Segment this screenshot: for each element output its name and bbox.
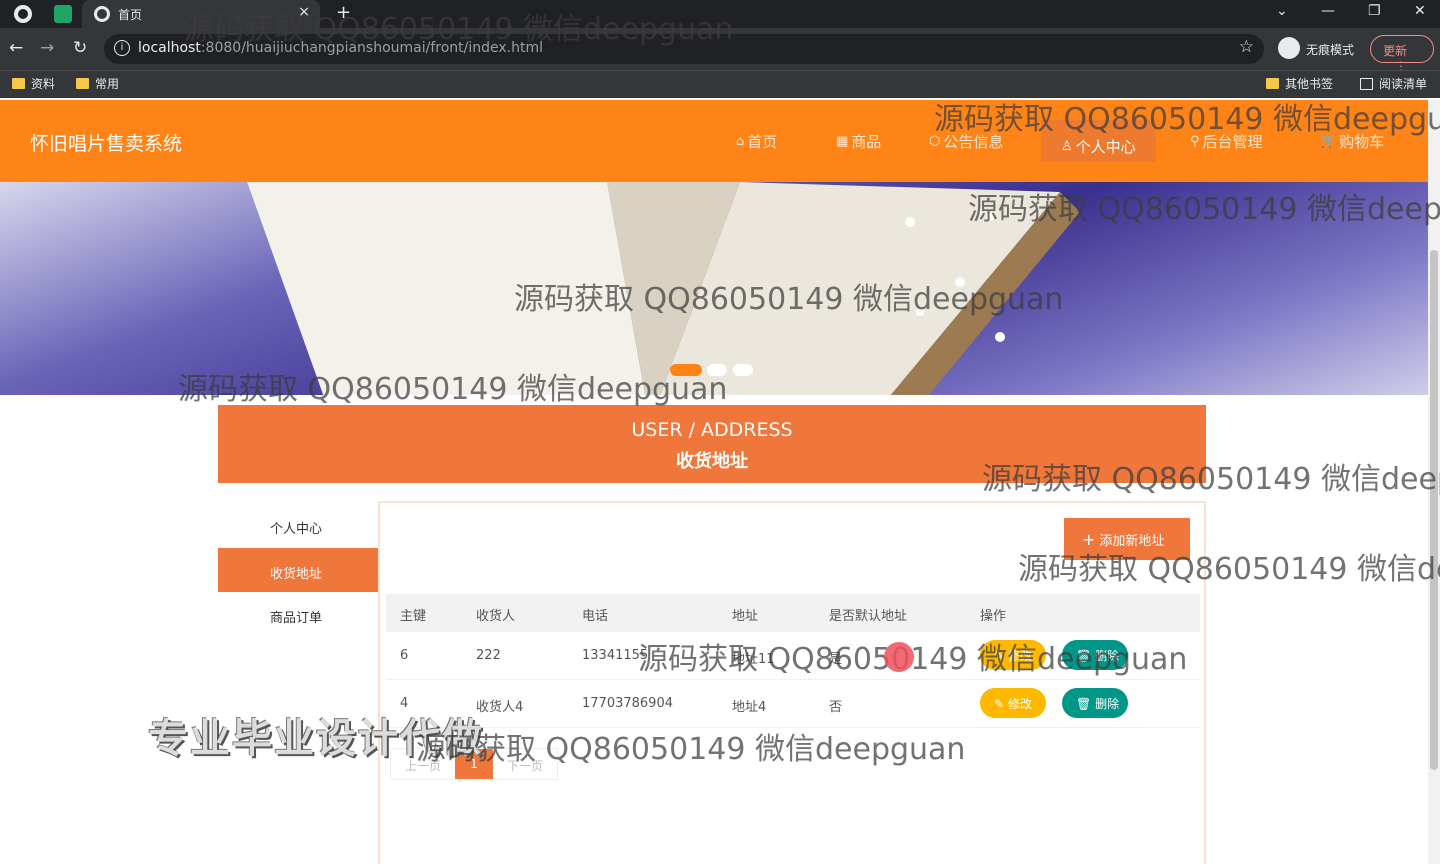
column-header: 操作	[980, 609, 1007, 624]
watermark-text: 源码获取 QQ86050149 微信deepg	[968, 192, 1440, 227]
column-header: 收货人	[476, 609, 516, 624]
folder-icon	[76, 78, 89, 89]
reload-button[interactable]: ↻	[73, 38, 87, 58]
carousel-dot-3[interactable]	[733, 364, 753, 376]
watermark-text: 源码获取 QQ86050149 微信deep	[982, 462, 1440, 497]
incognito-icon[interactable]	[1278, 37, 1300, 59]
cell-address: 地址4	[732, 700, 767, 715]
restore-button[interactable]: ❐	[1368, 3, 1381, 19]
sheets-tab-icon[interactable]	[54, 5, 72, 23]
cell-id: 6	[400, 648, 409, 663]
menu-item-user-center[interactable]: 个人中心	[218, 503, 380, 547]
menu-item-orders[interactable]: 商品订单	[218, 592, 380, 636]
grid-icon: ▦	[836, 134, 849, 149]
watermark-text: 源码获取 QQ86050149 微信deepguan	[514, 282, 1064, 317]
globe-icon	[94, 6, 110, 22]
scrollbar-thumb[interactable]	[1430, 250, 1438, 770]
watermark-text: 源码获取 QQ86050149 微信deepgua	[934, 102, 1440, 137]
tab-search-icon[interactable]: ⌄	[1276, 3, 1288, 19]
column-header: 地址	[732, 609, 759, 624]
watermark-text: 源码获取 QQ86050149 微信de	[1018, 552, 1440, 587]
user-icon: ♙	[1061, 139, 1073, 154]
mouse-cursor-highlight	[884, 642, 914, 672]
delete-button[interactable]: 🗑 删除	[1062, 688, 1128, 718]
column-header: 是否默认地址	[829, 609, 908, 624]
home-icon: ⌂	[736, 134, 745, 149]
table-row: 4 收货人4 17703786904 地址4 否 ✎ 修改 🗑 删除	[386, 680, 1200, 728]
bookmark-ziliao[interactable]: 资料	[12, 75, 55, 92]
watermark-text: 源码获取 QQ86050149 微信deepguan	[416, 732, 966, 767]
column-header: 电话	[582, 609, 609, 624]
forward-button[interactable]: →	[40, 38, 54, 58]
cell-default: 否	[829, 700, 843, 715]
cell-phone: 17703786904	[582, 696, 673, 711]
cell-receiver: 222	[476, 648, 501, 663]
reading-list-icon	[1360, 77, 1373, 90]
bookmark-other[interactable]: 其他书签	[1266, 75, 1333, 92]
menu-item-address[interactable]: 收货地址	[218, 548, 380, 592]
column-header: 主键	[400, 609, 427, 624]
section-title-en: USER / ADDRESS	[631, 419, 793, 441]
minimize-button[interactable]: —	[1321, 3, 1335, 19]
info-icon[interactable]: i	[114, 40, 130, 56]
incognito-label: 无痕模式	[1306, 43, 1355, 57]
nav-home[interactable]: ⌂ 首页	[736, 131, 777, 152]
window-close-button[interactable]: ✕	[1414, 3, 1426, 19]
table-header: 主键 收货人 电话 地址 是否默认地址 操作	[386, 594, 1200, 632]
edit-button[interactable]: ✎ 修改	[980, 688, 1046, 718]
update-button[interactable]: 更新 ⋮	[1370, 35, 1434, 73]
reading-list[interactable]: 阅读清单	[1360, 75, 1427, 92]
folder-icon	[12, 78, 25, 89]
globe-icon[interactable]	[14, 5, 32, 23]
nav-products[interactable]: ▦ 商品	[836, 131, 881, 152]
tab-title: 首页	[118, 8, 143, 22]
watermark-text: 源码获取 QQ86050149 微信deepguan	[184, 12, 734, 47]
back-button[interactable]: ←	[9, 38, 23, 58]
bookmark-changyong[interactable]: 常用	[76, 75, 119, 92]
bookmark-star-icon[interactable]: ☆	[1239, 37, 1254, 57]
watermark-text: 源码获取 QQ86050149 微信deepguan	[178, 372, 728, 407]
folder-icon	[1266, 78, 1279, 89]
site-title[interactable]: 怀旧唱片售卖系统	[30, 129, 182, 156]
